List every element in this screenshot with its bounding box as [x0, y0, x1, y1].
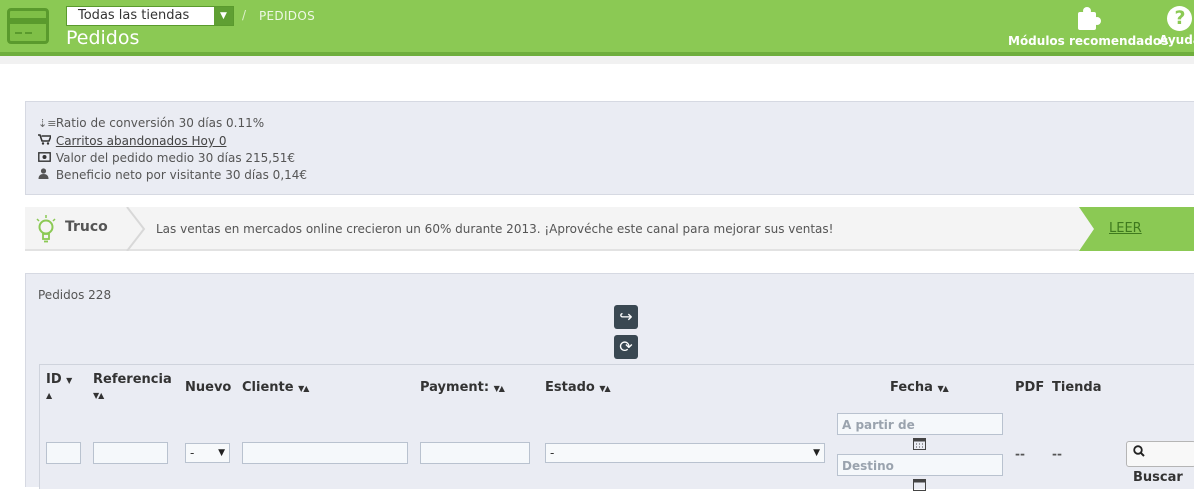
sort-toggle-icon: ▼▲ — [937, 384, 948, 393]
page-title: Pedidos — [66, 27, 140, 49]
tip-text: Las ventas en mercados online crecieron … — [156, 222, 834, 236]
read-tip-label[interactable]: LEER — [1109, 221, 1142, 236]
shop-filter-empty: -- — [1052, 447, 1062, 461]
help-icon: ? — [1167, 6, 1193, 31]
refresh-icon[interactable]: ⟳ — [614, 335, 638, 359]
calendar-icon[interactable] — [913, 478, 926, 494]
caret-down-icon: ▼ — [813, 448, 820, 458]
caret-down-icon: ▼ — [218, 448, 225, 458]
search-icon — [1133, 445, 1145, 461]
sort-desc-icon: ⇣≡ — [38, 117, 57, 130]
new-filter-select[interactable]: - ▼ — [185, 443, 230, 463]
col-customer[interactable]: Cliente ▼▲ — [242, 380, 309, 395]
col-date[interactable]: Fecha ▼▲ — [890, 380, 949, 395]
col-status[interactable]: Estado ▼▲ — [545, 380, 611, 395]
orders-table: ID ▼ ▲ Referencia ▼▲ Nuevo Cliente ▼▲ Paym… — [39, 364, 1194, 491]
col-new: Nuevo — [185, 380, 232, 395]
shop-selector[interactable]: Todas las tiendas ▼ — [66, 6, 234, 26]
date-to-input[interactable]: Destino — [837, 454, 1003, 476]
status-filter-select[interactable]: - ▼ — [545, 443, 825, 463]
sort-asc-icon: ▲ — [46, 391, 52, 400]
toolbar-strip — [0, 56, 1194, 64]
calendar-icon[interactable] — [913, 437, 926, 453]
caret-down-icon: ▼ — [214, 7, 233, 25]
user-icon — [38, 168, 52, 184]
orders-panel: Pedidos 228 ↪ ⟳ ID ▼ ▲ Referencia ▼▲ Nuevo… — [25, 273, 1194, 491]
read-tip-button[interactable]: LEER — [1079, 207, 1194, 251]
sort-toggle-icon: ▼▲ — [599, 384, 610, 393]
breadcrumb-separator: / — [242, 8, 247, 22]
date-from-input[interactable]: A partir de — [837, 413, 1003, 435]
reference-filter-input[interactable] — [93, 442, 168, 464]
orders-card-icon — [7, 8, 49, 44]
sort-toggle-icon: ▼▲ — [298, 384, 309, 393]
shop-selector-value: Todas las tiendas — [78, 8, 190, 23]
top-header: Todas las tiendas ▼ / PEDIDOS Pedidos Mó… — [0, 0, 1194, 56]
lightbulb-icon — [35, 215, 57, 247]
col-shop: Tienda — [1052, 380, 1102, 395]
help-label: Ayuda — [1159, 33, 1194, 47]
breadcrumb[interactable]: PEDIDOS — [259, 9, 315, 23]
col-id[interactable]: ID ▼ ▲ — [46, 372, 72, 402]
sort-toggle-icon: ▼▲ — [493, 384, 505, 393]
kpi-avg-order: Valor del pedido medio 30 días 215,51€ — [38, 150, 295, 166]
sort-desc-icon: ▼ — [66, 376, 72, 385]
orders-count-title: Pedidos 228 — [38, 288, 112, 302]
tip-label: Truco — [65, 219, 108, 235]
tip-bar: Truco Las ventas en mercados online crec… — [25, 206, 1194, 252]
col-pdf: PDF — [1015, 380, 1045, 395]
recommended-modules-label: Módulos recomendados — [1008, 34, 1169, 48]
customer-filter-input[interactable] — [242, 442, 408, 464]
id-filter-input[interactable] — [46, 442, 81, 464]
recommended-modules-button[interactable]: Módulos recomendados — [1008, 6, 1168, 48]
chevron-right-icon — [126, 206, 146, 255]
pdf-filter-empty: -- — [1015, 447, 1025, 461]
kpi-abandoned-carts[interactable]: Carritos abandonados Hoy 0 — [38, 133, 226, 149]
kpi-panel: ⇣≡ Ratio de conversión 30 días 0.11% Car… — [25, 101, 1194, 195]
money-icon — [38, 151, 52, 167]
kpi-net-profit: Beneficio neto por visitante 30 días 0,1… — [38, 167, 307, 183]
payment-filter-input[interactable] — [420, 442, 530, 464]
puzzle-icon — [1074, 6, 1102, 32]
sort-toggle-icon: ▼▲ — [93, 391, 104, 400]
export-icon[interactable]: ↪ — [614, 305, 638, 329]
search-button[interactable]: Buscar — [1126, 441, 1194, 485]
cart-icon — [38, 134, 53, 150]
kpi-conversion: ⇣≡ Ratio de conversión 30 días 0.11% — [38, 116, 265, 130]
col-payment[interactable]: Payment: ▼▲ — [420, 380, 505, 395]
arrow-notch-icon — [1079, 207, 1095, 255]
col-reference[interactable]: Referencia ▼▲ — [93, 372, 172, 402]
help-button[interactable]: ? Ayuda — [1159, 6, 1194, 47]
